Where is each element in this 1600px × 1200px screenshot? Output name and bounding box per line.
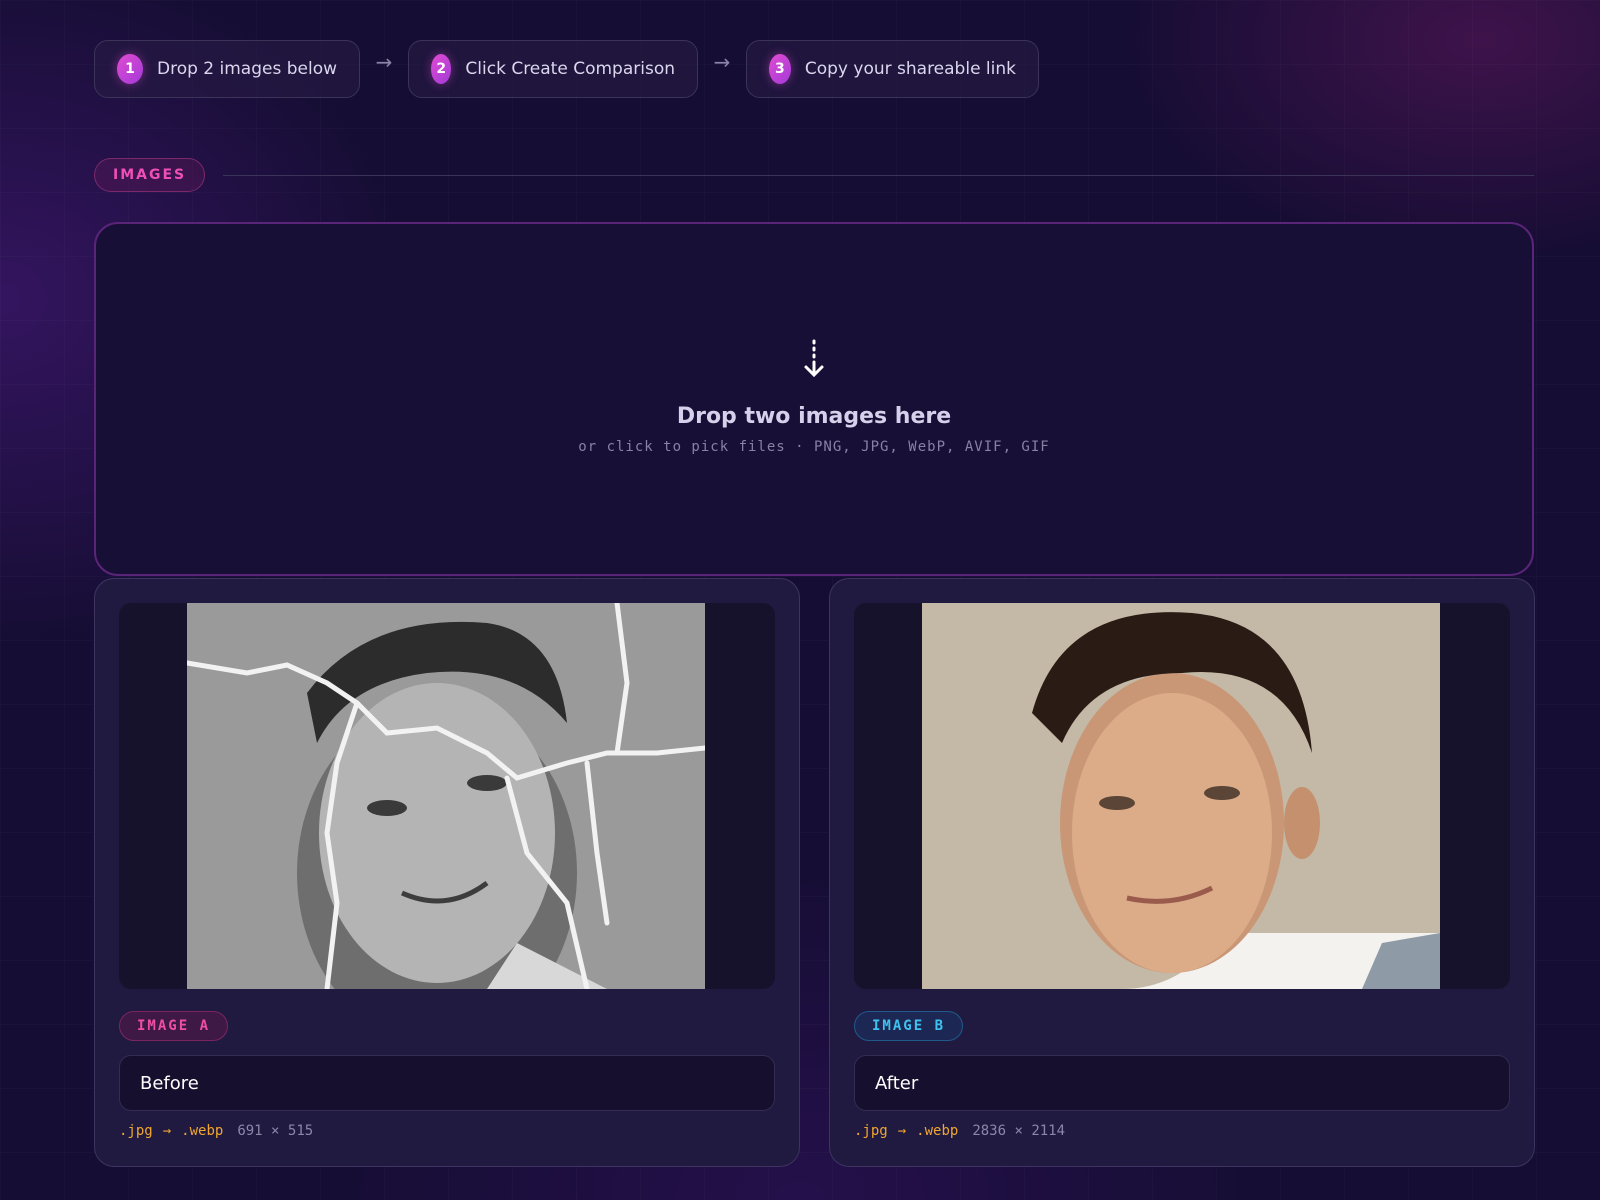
image-preview-frame-b xyxy=(854,603,1510,989)
step-arrow-icon: → xyxy=(375,50,393,74)
step-arrow-icon: → xyxy=(713,50,731,74)
image-preview-a xyxy=(187,603,705,989)
dashed-down-arrow-icon xyxy=(804,339,824,377)
image-b-from-format: .jpg xyxy=(854,1123,888,1139)
step-1: 1 Drop 2 images below xyxy=(94,40,360,98)
image-b-name-input[interactable] xyxy=(854,1055,1510,1111)
image-preview-frame-a xyxy=(119,603,775,989)
image-a-to-format: .webp xyxy=(181,1123,224,1139)
image-a-dimensions: 691 × 515 xyxy=(237,1123,314,1139)
image-card-b: IMAGE B .jpg → .webp 2836 × 2114 xyxy=(829,578,1535,1167)
format-arrow-icon: → xyxy=(162,1123,172,1139)
step-number-2: 2 xyxy=(431,54,452,84)
image-b-to-format: .webp xyxy=(916,1123,959,1139)
image-a-tag: IMAGE A xyxy=(119,1011,229,1041)
step-label-3: Copy your shareable link xyxy=(804,59,1016,79)
section-label: IMAGES xyxy=(94,158,206,192)
step-number-3: 3 xyxy=(769,54,791,84)
image-card-a: IMAGE A .jpg → .webp 691 × 515 xyxy=(94,578,800,1167)
section-divider xyxy=(223,174,1534,176)
step-3: 3 Copy your shareable link xyxy=(746,40,1039,98)
image-b-tag: IMAGE B xyxy=(854,1011,964,1041)
image-dropzone[interactable]: Drop two images here or click to pick fi… xyxy=(94,222,1534,576)
image-b-dimensions: 2836 × 2114 xyxy=(972,1123,1066,1139)
dropzone-title: Drop two images here xyxy=(676,403,952,429)
image-a-from-format: .jpg xyxy=(119,1123,153,1139)
section-header: IMAGES xyxy=(94,157,1534,193)
step-2: 2 Click Create Comparison xyxy=(408,40,698,98)
image-preview-b xyxy=(922,603,1440,989)
image-a-name-input[interactable] xyxy=(119,1055,775,1111)
image-a-meta: .jpg → .webp 691 × 515 xyxy=(119,1123,313,1139)
dropzone-subtitle: or click to pick files · PNG, JPG, WebP,… xyxy=(578,438,1050,455)
steps-bar: 1 Drop 2 images below → 2 Click Create C… xyxy=(94,40,1039,98)
step-label-1: Drop 2 images below xyxy=(156,59,337,79)
format-arrow-icon: → xyxy=(897,1123,907,1139)
image-b-meta: .jpg → .webp 2836 × 2114 xyxy=(854,1123,1065,1139)
step-label-2: Click Create Comparison xyxy=(465,59,675,79)
step-number-1: 1 xyxy=(117,54,143,84)
